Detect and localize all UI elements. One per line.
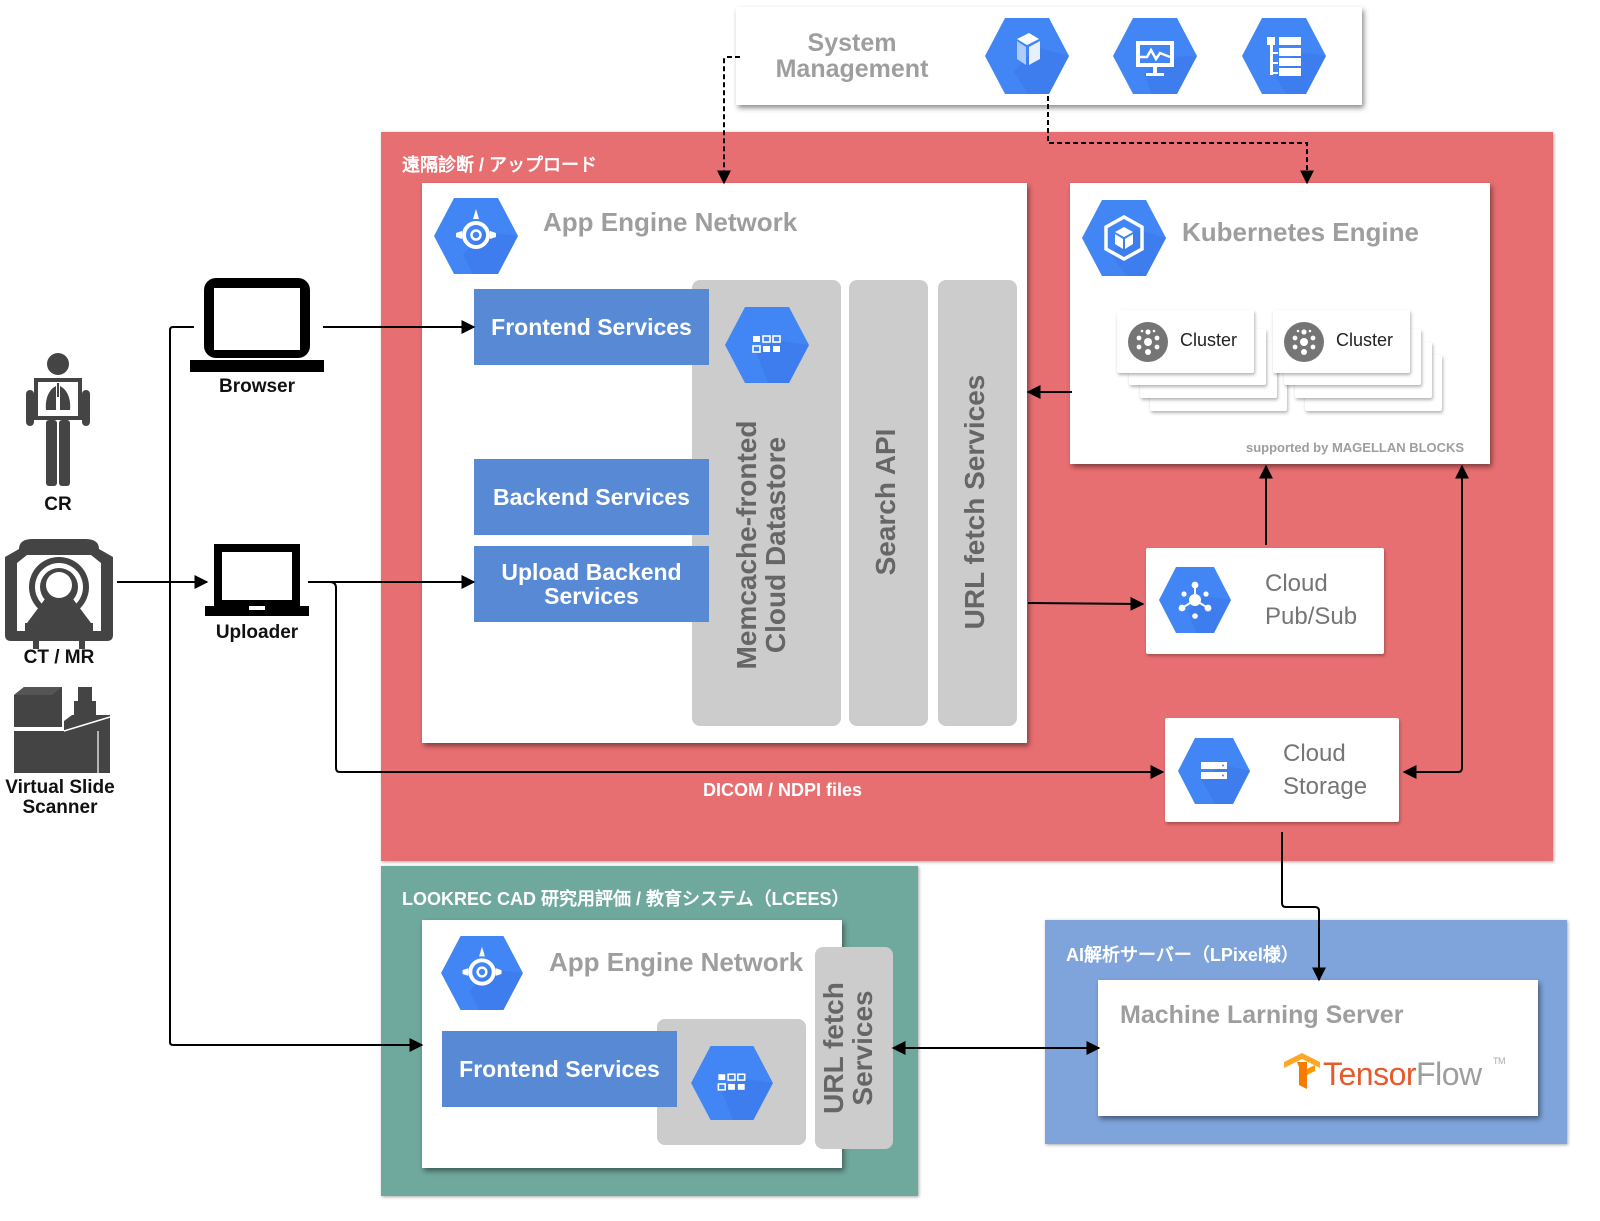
cr-label: CR [44, 494, 72, 515]
cluster-card-1[interactable]: Cluster [1117, 310, 1254, 373]
deployment-manager-icon[interactable] [984, 17, 1070, 95]
lcees-url-fetch-label: URL fetch Services [818, 948, 889, 1148]
lcees-url-fetch-line2: Services [847, 990, 879, 1106]
virtual-slide-scanner-label: Virtual Slide Scanner [2, 778, 118, 818]
datastore-label-line2: Cloud Datastore [760, 436, 792, 654]
cluster-label-1: Cluster [1180, 330, 1238, 350]
magellan-blocks-footnote: supported by MAGELLAN BLOCKS [1246, 440, 1465, 455]
url-fetch-label: URL fetch Services [959, 374, 990, 630]
cloud-pubsub-icon [1159, 567, 1231, 633]
scanner-label-line1: Virtual Slide [5, 777, 115, 798]
ai-analysis-zone-title: AI解析サーバー（LPixel様） [1066, 945, 1299, 965]
machine-learning-server-title: Machine Larning Server [1120, 1001, 1404, 1029]
cloud-storage-icon [1178, 738, 1250, 804]
system-management-title-line1: System [807, 29, 897, 57]
cluster-card-2[interactable]: Cluster [1273, 310, 1410, 373]
frontend-services-box[interactable]: Frontend Services [474, 289, 709, 365]
stackdriver-logging-icon[interactable] [1241, 17, 1327, 95]
virtual-slide-scanner-icon [14, 687, 111, 773]
backend-services-box[interactable]: Backend Services [474, 459, 709, 535]
kubernetes-engine-title: Kubernetes Engine [1182, 217, 1419, 247]
uploader-label: Uploader [215, 622, 299, 643]
cloud-pubsub-line1: Cloud [1265, 570, 1328, 597]
datastore-icon[interactable] [724, 306, 810, 384]
lcees-app-engine-title: App Engine Network [549, 947, 804, 977]
browser-label: Browser [218, 376, 296, 397]
remote-diagnosis-zone-title: 遠隔診断 / アップロード [402, 155, 598, 175]
system-management-title: System Management [772, 30, 932, 82]
lcees-datastore-icon[interactable] [690, 1045, 774, 1121]
upload-backend-services-box[interactable]: Upload Backend Services [474, 546, 709, 622]
app-engine-network-title: App Engine Network [543, 207, 798, 237]
search-api-label: Search API [870, 428, 901, 576]
cluster-icon [1284, 322, 1324, 362]
app-engine-icon[interactable] [433, 197, 519, 275]
datastore-label-line1: Memcache-fronted [731, 420, 762, 670]
cloud-storage-line2: Storage [1283, 773, 1368, 800]
browser-laptop-icon[interactable] [190, 276, 324, 374]
tensorflow-trademark: TM [1493, 1056, 1506, 1066]
datastore-label: Memcache-fronted Cloud Datastore [731, 395, 802, 695]
tensorflow-wordmark-flow: Flow [1416, 1056, 1482, 1092]
cluster-label-2: Cluster [1336, 330, 1394, 350]
cloud-pubsub-label: Cloud Pub/Sub [1265, 567, 1357, 633]
lcees-url-fetch-line1: URL fetch [818, 982, 849, 1114]
tensorflow-wordmark: TensorFlow TM [1323, 1056, 1506, 1093]
upload-backend-line2: Services [544, 583, 639, 609]
ct-mr-label: CT / MR [23, 647, 95, 668]
cloud-storage-line1: Cloud [1283, 740, 1346, 767]
lcees-frontend-services-box[interactable]: Frontend Services [442, 1031, 677, 1107]
stackdriver-monitoring-icon[interactable] [1112, 17, 1198, 95]
system-management-title-line2: Management [775, 55, 929, 83]
cr-xray-person-icon [26, 353, 90, 486]
upload-backend-line1: Upload Backend [501, 558, 682, 585]
uploader-laptop-icon[interactable] [205, 544, 309, 616]
dicom-ndpi-flow-label: DICOM / NDPI files [703, 780, 863, 800]
scanner-label-line2: Scanner [22, 796, 98, 818]
kubernetes-engine-icon[interactable] [1081, 199, 1167, 277]
cloud-pubsub-line2: Pub/Sub [1265, 603, 1358, 630]
tensorflow-logo-icon [1284, 1053, 1320, 1089]
lcees-zone-title: LOOKREC CAD 研究用評価 / 教育システム（LCEES） [402, 889, 850, 909]
cloud-storage-label: Cloud Storage [1283, 737, 1367, 803]
cluster-icon [1128, 322, 1168, 362]
lcees-app-engine-icon[interactable] [440, 935, 524, 1011]
ct-mr-scanner-icon [5, 539, 113, 649]
tensorflow-wordmark-tensor: Tensor [1323, 1056, 1417, 1092]
